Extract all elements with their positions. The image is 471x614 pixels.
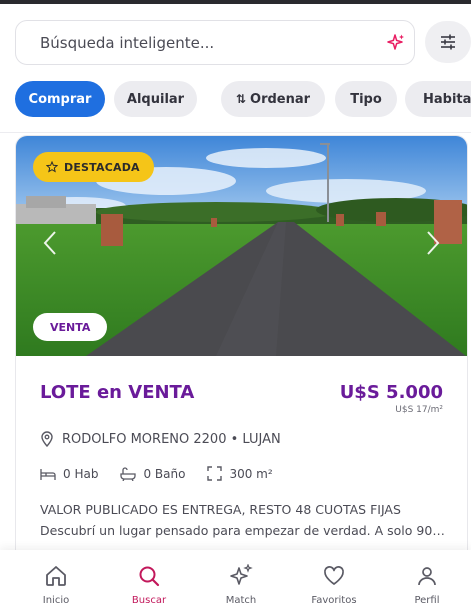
nav-label: Perfil — [414, 595, 440, 606]
rooms-value: 0 Hab — [63, 466, 99, 481]
nav-label: Inicio — [42, 595, 70, 606]
operation-badge-label: VENTA — [50, 320, 91, 334]
home-icon — [46, 566, 66, 586]
listing-description-line1: VALOR PUBLICADO ES ENTREGA, RESTO 48 CUO… — [40, 502, 401, 517]
sparkle-icon[interactable] — [386, 33, 406, 53]
nav-label: Buscar — [131, 595, 167, 606]
listing-title: LOTE en VENTA — [40, 382, 195, 403]
chip-alquilar[interactable]: Alquilar — [114, 81, 197, 117]
sort-arrows-icon: ⇅ — [235, 92, 247, 106]
nav-buscar[interactable]: Buscar — [104, 550, 194, 614]
featured-badge-label: DESTACADA — [64, 160, 140, 174]
address-text: RODOLFO MORENO 2200 • LUJAN — [62, 431, 281, 447]
bed-icon — [40, 468, 56, 480]
feature-baths: 0 Baño — [120, 467, 185, 481]
next-photo-icon[interactable] — [423, 230, 443, 256]
operation-badge: VENTA — [33, 313, 108, 341]
chip-label: Habitac — [423, 91, 471, 107]
nav-favoritos[interactable]: Favoritos — [289, 550, 379, 614]
listing-description-line2: Descubrí un lugar pensado para empezar d… — [40, 523, 450, 538]
listing-price: U$S 5.000 — [339, 382, 443, 403]
price-per-m2: U$S 17/m² — [395, 405, 443, 415]
listing-features: 0 Hab 0 Baño 300 m² — [40, 466, 295, 481]
nav-perfil[interactable]: Perfil — [382, 550, 471, 614]
search-placeholder: Búsqueda inteligente... — [40, 34, 215, 52]
bathtub-icon — [120, 466, 137, 481]
search-icon — [139, 566, 160, 587]
listing-card[interactable]: DESTACADA VENTA LOTE en VENTA U$S 5.000 … — [15, 135, 468, 575]
search-input[interactable]: Búsqueda inteligente... — [15, 20, 415, 65]
chip-comprar[interactable]: Comprar — [15, 81, 105, 117]
search-row: Búsqueda inteligente... — [15, 20, 471, 66]
bottom-navigation: Inicio Buscar Match Favoritos Perfil — [0, 550, 471, 614]
sparkles-icon — [230, 564, 253, 585]
feature-area: 300 m² — [207, 466, 273, 481]
chip-tipo[interactable]: Tipo — [335, 81, 397, 117]
prev-photo-icon[interactable] — [40, 230, 60, 256]
star-icon — [46, 161, 58, 173]
nav-label: Favoritos — [311, 595, 357, 606]
area-value: 300 m² — [229, 466, 273, 481]
chip-label: Alquilar — [126, 91, 185, 107]
filters-button[interactable] — [425, 21, 471, 63]
nav-inicio[interactable]: Inicio — [11, 550, 101, 614]
nav-match[interactable]: Match — [196, 550, 286, 614]
chip-label: Tipo — [350, 91, 382, 107]
divider — [0, 132, 471, 133]
listing-photo[interactable]: DESTACADA VENTA — [16, 136, 467, 356]
baths-value: 0 Baño — [143, 466, 186, 481]
sliders-icon — [441, 34, 455, 50]
featured-badge: DESTACADA — [33, 152, 154, 182]
status-bar-edge — [0, 0, 471, 4]
filter-chips: Comprar Alquilar ⇅ Ordenar Tipo Habitac — [15, 81, 471, 117]
chip-label: Comprar — [28, 91, 92, 107]
chip-habitaciones[interactable]: Habitac — [405, 81, 471, 117]
heart-icon — [324, 566, 344, 585]
feature-rooms: 0 Hab — [40, 467, 98, 481]
location-pin-icon — [41, 431, 53, 447]
area-icon — [207, 466, 223, 481]
chip-ordenar[interactable]: ⇅ Ordenar — [221, 81, 325, 117]
listing-address: RODOLFO MORENO 2200 • LUJAN — [40, 431, 281, 447]
chip-label: Ordenar — [250, 91, 311, 107]
nav-label: Match — [225, 595, 257, 606]
user-icon — [418, 567, 436, 586]
